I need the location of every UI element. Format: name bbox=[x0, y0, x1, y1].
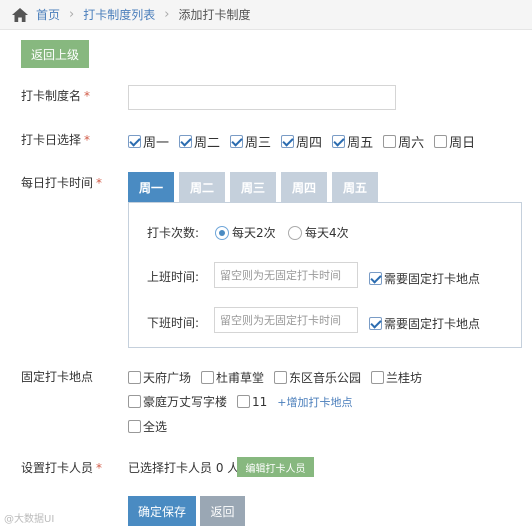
location-label: 固定打卡地点 bbox=[21, 370, 94, 384]
radio-label: 每天4次 bbox=[305, 226, 349, 240]
checkbox-label: 全选 bbox=[143, 420, 168, 434]
back-to-parent-button[interactable]: 返回上级 bbox=[21, 40, 89, 68]
day-checkbox-6[interactable]: 周日 bbox=[434, 132, 475, 151]
checkbox[interactable] bbox=[128, 395, 141, 408]
checkbox[interactable] bbox=[128, 135, 141, 148]
checkbox-label: 11 bbox=[252, 394, 268, 409]
day-checkbox-4[interactable]: 周五 bbox=[332, 132, 373, 151]
location-tianfu[interactable]: 天府广场 bbox=[128, 369, 191, 386]
save-button[interactable]: 确定保存 bbox=[128, 496, 196, 526]
checkbox[interactable] bbox=[274, 371, 288, 384]
checkbox[interactable] bbox=[332, 135, 346, 148]
checkbox-label: 杜甫草堂 bbox=[216, 371, 265, 385]
checkbox-label: 周五 bbox=[347, 136, 374, 151]
location-row-1: 天府广场 杜甫草堂 东区音乐公园 兰桂坊 bbox=[128, 369, 432, 386]
day-tab-1[interactable]: 周二 bbox=[179, 172, 225, 202]
checkbox-label: 周三 bbox=[245, 136, 272, 151]
daily-time-label: 每日打卡时间 * bbox=[21, 176, 103, 190]
checkbox-label: 东区音乐公园 bbox=[289, 371, 362, 385]
select-all-locations[interactable]: 全选 bbox=[128, 418, 167, 435]
radio-four-times[interactable]: 每天4次 bbox=[288, 224, 349, 241]
checkbox[interactable] bbox=[369, 272, 382, 285]
count-label: 打卡次数: bbox=[147, 226, 200, 240]
day-checkbox-5[interactable]: 周六 bbox=[383, 132, 424, 151]
home-icon[interactable] bbox=[12, 7, 28, 22]
day-checkbox-1[interactable]: 周二 bbox=[179, 132, 220, 151]
checkbox-label: 需要固定打卡地点 bbox=[384, 272, 481, 286]
location-music-park[interactable]: 东区音乐公园 bbox=[274, 369, 361, 386]
checkbox-label: 天府广场 bbox=[143, 371, 192, 385]
location-dufu[interactable]: 杜甫草堂 bbox=[201, 369, 264, 386]
checkbox-label: 需要固定打卡地点 bbox=[384, 317, 481, 331]
day-checkbox-2[interactable]: 周三 bbox=[230, 132, 271, 151]
checkbox[interactable] bbox=[201, 371, 215, 384]
checkbox[interactable] bbox=[230, 135, 244, 148]
day-checkbox-3[interactable]: 周四 bbox=[281, 132, 322, 151]
checkbox[interactable] bbox=[237, 395, 251, 408]
radio-button[interactable] bbox=[288, 225, 302, 240]
day-checkbox-0[interactable]: 周一 bbox=[128, 132, 169, 151]
day-tab-2[interactable]: 周三 bbox=[230, 172, 276, 202]
location-haoting[interactable]: 豪庭万丈写字楼 bbox=[128, 393, 227, 410]
off-duty-fixed-location[interactable]: 需要固定打卡地点 bbox=[369, 315, 480, 332]
checkbox-label: 周一 bbox=[143, 136, 170, 151]
edit-people-button[interactable]: 编辑打卡人员 bbox=[237, 457, 314, 477]
day-tab-3[interactable]: 周四 bbox=[281, 172, 327, 202]
breadcrumb-home[interactable]: 首页 bbox=[36, 6, 60, 23]
breadcrumb-separator: › bbox=[164, 7, 170, 22]
checkbox-label: 周日 bbox=[449, 136, 476, 151]
add-location-link[interactable]: +增加打卡地点 bbox=[277, 394, 352, 410]
location-lanKwaiFong[interactable]: 兰桂坊 bbox=[371, 369, 422, 386]
checkbox-label: 豪庭万丈写字楼 bbox=[143, 395, 228, 409]
people-label: 设置打卡人员 * bbox=[21, 461, 103, 475]
checkbox[interactable] bbox=[128, 420, 141, 433]
location-11[interactable]: 11 bbox=[237, 395, 267, 409]
day-tab-0[interactable]: 周一 bbox=[128, 172, 174, 202]
checkbox[interactable] bbox=[371, 371, 385, 384]
checkbox-label: 周四 bbox=[296, 136, 323, 151]
checkbox[interactable] bbox=[179, 135, 193, 148]
breadcrumb-current: 添加打卡制度 bbox=[178, 8, 251, 22]
breadcrumb-list[interactable]: 打卡制度列表 bbox=[83, 6, 155, 23]
on-duty-fixed-location[interactable]: 需要固定打卡地点 bbox=[369, 270, 480, 287]
off-duty-time-input[interactable] bbox=[214, 307, 358, 333]
off-duty-label: 下班时间: bbox=[147, 316, 200, 330]
breadcrumb: 首页 › 打卡制度列表 › 添加打卡制度 bbox=[0, 0, 532, 30]
checkbox[interactable] bbox=[128, 371, 141, 384]
watermark: @大数据UI bbox=[4, 514, 55, 525]
checkbox[interactable] bbox=[383, 135, 397, 148]
checkbox[interactable] bbox=[369, 317, 382, 330]
checkbox[interactable] bbox=[281, 135, 295, 148]
days-checkbox-group: 周一 周二 周三 周四 周五 周六 周日 bbox=[128, 132, 485, 151]
checkbox[interactable] bbox=[434, 135, 448, 148]
on-duty-label: 上班时间: bbox=[147, 270, 200, 284]
location-row-2: 豪庭万丈写字楼 11 +增加打卡地点 bbox=[128, 393, 353, 410]
day-tab-4[interactable]: 周五 bbox=[332, 172, 378, 202]
checkbox-label: 周二 bbox=[194, 136, 221, 151]
checkbox-label: 周六 bbox=[398, 136, 425, 151]
days-label: 打卡日选择 * bbox=[21, 133, 91, 147]
selected-people-count: 已选择打卡人员 0 人 bbox=[128, 461, 240, 475]
radio-button[interactable] bbox=[215, 225, 229, 240]
checkbox-label: 兰桂坊 bbox=[386, 371, 423, 385]
name-input[interactable] bbox=[128, 85, 396, 110]
on-duty-time-input[interactable] bbox=[214, 262, 358, 288]
radio-twice[interactable]: 每天2次 bbox=[215, 224, 276, 241]
breadcrumb-separator: › bbox=[69, 7, 75, 22]
tab-panel: 打卡次数: 每天2次 每天4次 上班时间: 需要固定打卡地点 下班时间: 需要固… bbox=[128, 202, 522, 348]
return-button[interactable]: 返回 bbox=[200, 496, 245, 526]
location-row-3: 全选 bbox=[128, 418, 177, 435]
day-tabs: 周一 周二 周三 周四 周五 bbox=[128, 172, 383, 202]
name-label: 打卡制度名 * bbox=[21, 89, 91, 103]
radio-label: 每天2次 bbox=[232, 226, 276, 240]
